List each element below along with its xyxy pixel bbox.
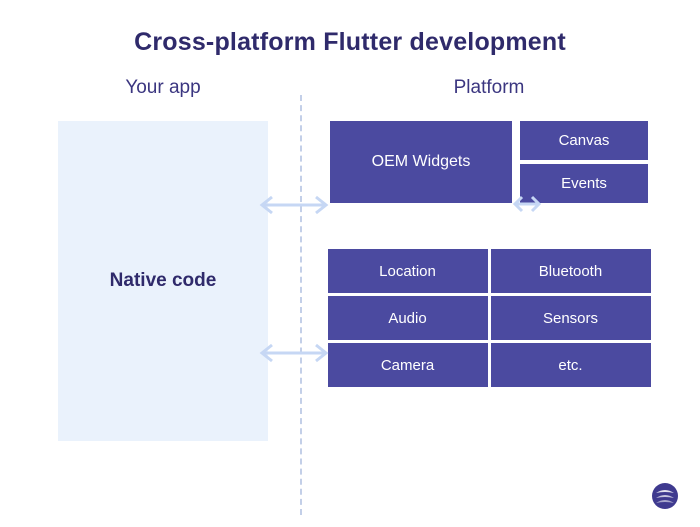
right-header: Platform — [454, 77, 525, 99]
grid-camera: Camera — [328, 343, 488, 387]
arrow-native-to-oem — [256, 194, 332, 216]
brand-logo-icon — [650, 481, 680, 511]
grid-audio: Audio — [328, 296, 488, 340]
diagram-title: Cross-platform Flutter development — [0, 0, 700, 77]
oem-widgets-box: OEM Widgets — [330, 121, 512, 203]
canvas-events-stack: Canvas Events — [520, 121, 648, 203]
grid-etc: etc. — [491, 343, 651, 387]
right-column: Platform OEM Widgets Canvas Events Locat… — [278, 77, 670, 497]
left-header: Your app — [125, 77, 200, 99]
arrow-native-to-grid — [256, 342, 332, 364]
grid-bluetooth: Bluetooth — [491, 249, 651, 293]
capabilities-grid: Location Bluetooth Audio Sensors Camera … — [328, 249, 651, 387]
grid-sensors: Sensors — [491, 296, 651, 340]
grid-location: Location — [328, 249, 488, 293]
left-column: Your app Native code — [48, 77, 278, 497]
canvas-box: Canvas — [520, 121, 648, 160]
native-code-box: Native code — [58, 121, 268, 441]
arrow-oem-to-canvas — [510, 194, 544, 214]
diagram-content: Your app Native code Platform OEM Widget… — [0, 77, 700, 497]
widgets-group: OEM Widgets Canvas Events — [330, 121, 648, 203]
